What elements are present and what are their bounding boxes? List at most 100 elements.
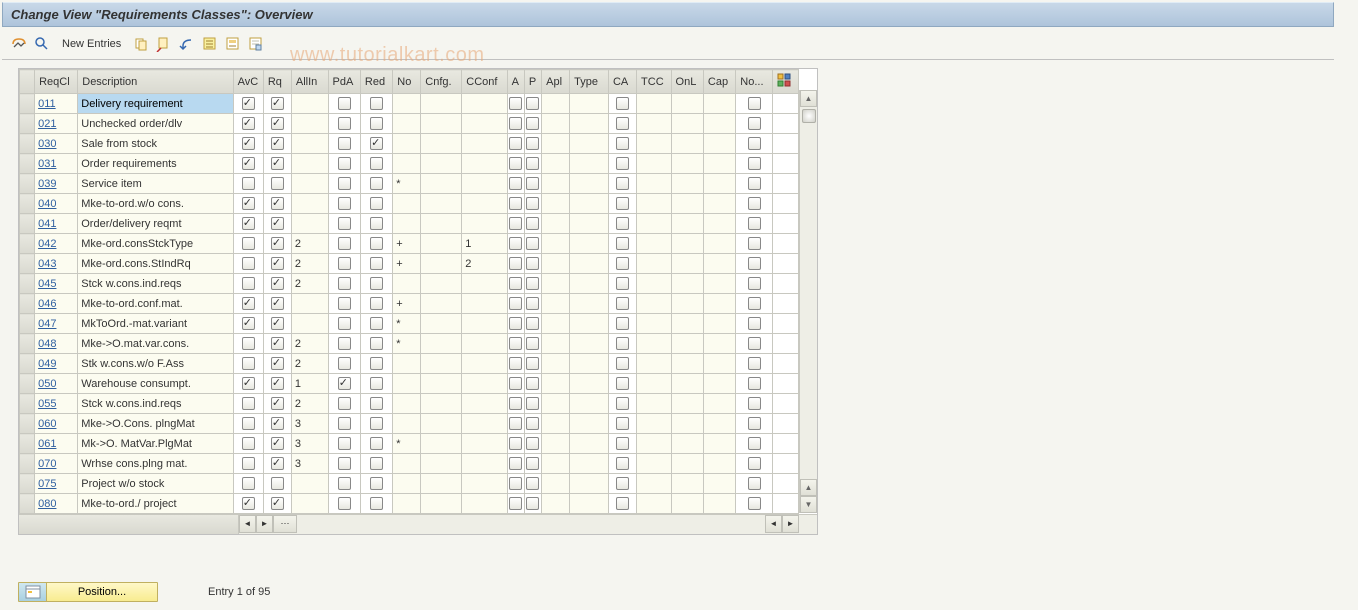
cell-noo[interactable] [736, 214, 773, 234]
cell-no[interactable] [393, 394, 421, 414]
cell-tcc[interactable] [637, 114, 672, 134]
cell-no[interactable] [393, 214, 421, 234]
cell-noo[interactable] [736, 354, 773, 374]
cell-tcc[interactable] [637, 334, 672, 354]
cell-reqcl[interactable]: 043 [35, 254, 78, 274]
cell-rq[interactable] [263, 294, 291, 314]
cell-pda[interactable] [328, 374, 360, 394]
cell-onl[interactable] [671, 434, 703, 454]
cell-allin[interactable]: 2 [291, 394, 328, 414]
row-selector[interactable] [20, 214, 35, 234]
cell-onl[interactable] [671, 294, 703, 314]
cell-rq[interactable] [263, 374, 291, 394]
find-icon[interactable] [33, 35, 51, 53]
cell-red[interactable] [360, 234, 392, 254]
cell-reqcl[interactable]: 061 [35, 434, 78, 454]
cell-type[interactable] [570, 454, 609, 474]
col-cconf[interactable]: CConf [462, 70, 507, 94]
delete-icon[interactable] [155, 35, 173, 53]
cell-red[interactable] [360, 334, 392, 354]
cell-avc[interactable] [233, 154, 263, 174]
cell-noo[interactable] [736, 414, 773, 434]
cell-apl[interactable] [542, 374, 570, 394]
cell-noo[interactable] [736, 394, 773, 414]
cell-avc[interactable] [233, 314, 263, 334]
cell-onl[interactable] [671, 114, 703, 134]
row-selector-header[interactable] [20, 70, 35, 94]
col-tcc[interactable]: TCC [637, 70, 672, 94]
cell-allin[interactable] [291, 194, 328, 214]
cell-reqcl[interactable]: 075 [35, 474, 78, 494]
cell-no[interactable]: * [393, 434, 421, 454]
cell-rq[interactable] [263, 274, 291, 294]
cell-cnfg[interactable] [421, 214, 462, 234]
cell-no[interactable]: * [393, 174, 421, 194]
cell-red[interactable] [360, 214, 392, 234]
col-onl[interactable]: OnL [671, 70, 703, 94]
cell-pda[interactable] [328, 214, 360, 234]
cell-a[interactable] [507, 274, 524, 294]
cell-cconf[interactable] [462, 94, 507, 114]
cell-rq[interactable] [263, 234, 291, 254]
cell-p[interactable] [524, 434, 541, 454]
cell-description[interactable]: MkToOrd.-mat.variant [78, 314, 233, 334]
cell-a[interactable] [507, 134, 524, 154]
table-row[interactable]: 055Stck w.cons.ind.reqs2 [20, 394, 799, 414]
cell-p[interactable] [524, 154, 541, 174]
cell-a[interactable] [507, 374, 524, 394]
cell-noo[interactable] [736, 274, 773, 294]
cell-rq[interactable] [263, 354, 291, 374]
cell-description[interactable]: Warehouse consumpt. [78, 374, 233, 394]
cell-reqcl[interactable]: 055 [35, 394, 78, 414]
cell-type[interactable] [570, 114, 609, 134]
cell-type[interactable] [570, 234, 609, 254]
toggle-display-icon[interactable] [10, 35, 28, 53]
cell-no[interactable] [393, 374, 421, 394]
cell-tcc[interactable] [637, 254, 672, 274]
position-button[interactable]: Position... [18, 582, 158, 602]
cell-rq[interactable] [263, 494, 291, 514]
cell-allin[interactable] [291, 114, 328, 134]
cell-tcc[interactable] [637, 434, 672, 454]
cell-apl[interactable] [542, 194, 570, 214]
col-ca[interactable]: CA [608, 70, 636, 94]
cell-a[interactable] [507, 414, 524, 434]
col-red[interactable]: Red [360, 70, 392, 94]
cell-apl[interactable] [542, 94, 570, 114]
cell-reqcl[interactable]: 031 [35, 154, 78, 174]
cell-rq[interactable] [263, 414, 291, 434]
cell-a[interactable] [507, 314, 524, 334]
table-row[interactable]: 049Stk w.cons.w/o F.Ass2 [20, 354, 799, 374]
cell-cap[interactable] [703, 114, 735, 134]
cell-cconf[interactable] [462, 334, 507, 354]
cell-no[interactable]: + [393, 234, 421, 254]
cell-allin[interactable] [291, 154, 328, 174]
vscroll-track[interactable] [800, 107, 817, 479]
cell-cap[interactable] [703, 354, 735, 374]
cell-description[interactable]: Order/delivery reqmt [78, 214, 233, 234]
cell-description[interactable]: Mke-to-ord./ project [78, 494, 233, 514]
cell-apl[interactable] [542, 494, 570, 514]
cell-avc[interactable] [233, 174, 263, 194]
cell-avc[interactable] [233, 134, 263, 154]
cell-a[interactable] [507, 454, 524, 474]
row-selector[interactable] [20, 494, 35, 514]
cell-red[interactable] [360, 374, 392, 394]
cell-apl[interactable] [542, 134, 570, 154]
cell-tcc[interactable] [637, 134, 672, 154]
table-row[interactable]: 075Project w/o stock [20, 474, 799, 494]
cell-reqcl[interactable]: 041 [35, 214, 78, 234]
cell-no[interactable] [393, 154, 421, 174]
col-cap[interactable]: Cap [703, 70, 735, 94]
cell-no[interactable]: + [393, 254, 421, 274]
cell-p[interactable] [524, 414, 541, 434]
table-row[interactable]: 046Mke-to-ord.conf.mat.+ [20, 294, 799, 314]
cell-tcc[interactable] [637, 194, 672, 214]
cell-ca[interactable] [608, 174, 636, 194]
row-selector[interactable] [20, 374, 35, 394]
cell-a[interactable] [507, 294, 524, 314]
cell-p[interactable] [524, 194, 541, 214]
cell-description[interactable]: Mke-ord.consStckType [78, 234, 233, 254]
cell-cap[interactable] [703, 194, 735, 214]
cell-reqcl[interactable]: 040 [35, 194, 78, 214]
